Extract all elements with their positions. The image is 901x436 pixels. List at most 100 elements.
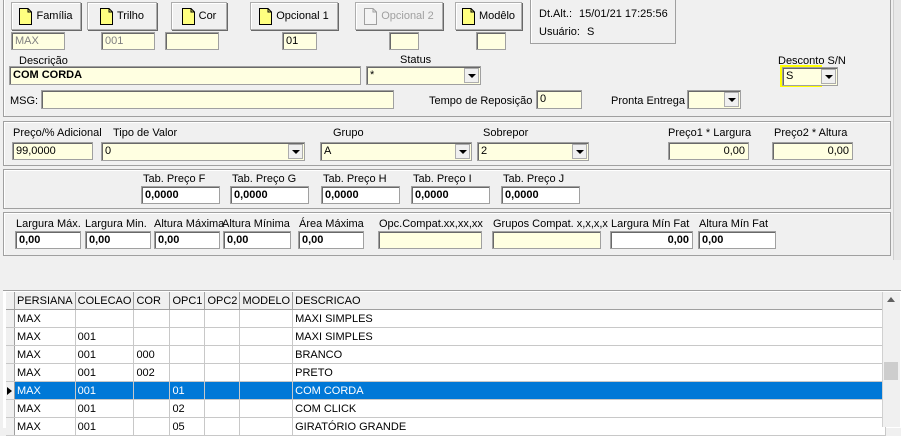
cell-colecao[interactable]: 001	[75, 327, 135, 346]
largura-min-field[interactable]: 0,00	[85, 231, 151, 249]
cell-modelo[interactable]	[239, 345, 294, 364]
cell-colecao[interactable]	[75, 309, 135, 328]
col-cor-header[interactable]: COR	[133, 292, 171, 310]
opc-compat-field[interactable]	[378, 231, 482, 249]
tipo-valor-select[interactable]: 0	[101, 142, 305, 161]
preco-adicional-field[interactable]: 99,0000	[12, 142, 93, 160]
cell-opc1[interactable]: 02	[169, 399, 206, 418]
preco1-field[interactable]: 0,00	[668, 142, 749, 160]
col-opc1-header[interactable]: OPC1	[169, 292, 206, 310]
cell-cor[interactable]	[133, 381, 171, 400]
cell-persiana[interactable]: MAX	[14, 309, 76, 328]
grid-scrollbar[interactable]	[882, 292, 900, 427]
col-modelo-header[interactable]: MODELO	[239, 292, 294, 310]
cell-opc2[interactable]	[204, 309, 241, 328]
cell-modelo[interactable]	[239, 309, 294, 328]
altura-max-field[interactable]: 0,00	[154, 231, 220, 249]
tab-preco-f-field[interactable]: 0,0000	[141, 186, 220, 204]
row-indicator[interactable]	[6, 363, 15, 382]
col-persiana-header[interactable]: PERSIANA	[14, 292, 76, 310]
table-row[interactable]: MAX 001 002 PRETO	[6, 363, 887, 382]
cell-cor[interactable]: 000	[133, 345, 171, 364]
cell-opc2[interactable]	[204, 327, 241, 346]
cell-descricao[interactable]: MAXI SIMPLES	[292, 327, 887, 346]
cell-colecao[interactable]: 001	[75, 345, 135, 364]
tab-preco-j-field[interactable]: 0,0000	[501, 186, 580, 204]
cell-modelo[interactable]	[239, 381, 294, 400]
table-row[interactable]: MAX MAXI SIMPLES	[6, 309, 887, 328]
tab-preco-g-field[interactable]: 0,0000	[230, 186, 309, 204]
current-row-arrow-icon[interactable]	[6, 381, 15, 400]
cell-cor[interactable]	[133, 309, 171, 328]
cell-opc2[interactable]	[204, 381, 241, 400]
area-max-label: Área Máxima	[299, 218, 364, 230]
cell-modelo[interactable]	[239, 327, 294, 346]
largura-min-label: Largura Min.	[85, 218, 147, 230]
cell-colecao[interactable]: 001	[75, 399, 135, 418]
tab-preco-h-field[interactable]: 0,0000	[321, 186, 400, 204]
table-row[interactable]: MAX 001 000 BRANCO	[6, 345, 887, 364]
tab-preco-i-label: Tab. Preço I	[413, 173, 472, 185]
cell-descricao[interactable]: COM CORDA	[292, 381, 887, 400]
cell-opc2[interactable]	[204, 363, 241, 382]
sobrepor-label: Sobrepor	[483, 127, 529, 139]
grupos-compat-label: Grupos Compat. x,x,x,x	[493, 218, 608, 230]
sobrepor-select[interactable]: 2	[477, 142, 589, 161]
cell-descricao[interactable]: MAXI SIMPLES	[292, 309, 887, 328]
cell-opc1[interactable]	[169, 309, 206, 328]
cell-persiana[interactable]: MAX	[14, 327, 76, 346]
cell-persiana[interactable]: MAX	[14, 345, 76, 364]
tab-preco-h-label: Tab. Preço H	[323, 173, 387, 185]
cell-cor[interactable]	[133, 399, 171, 418]
scrollbar-thumb[interactable]	[884, 362, 898, 380]
scroll-up-icon[interactable]	[887, 297, 895, 302]
cell-opc1[interactable]: 01	[169, 381, 206, 400]
cell-opc2[interactable]	[204, 345, 241, 364]
grupo-select[interactable]: A	[320, 142, 472, 161]
cell-opc1[interactable]	[169, 345, 206, 364]
cell-descricao[interactable]: COM CLICK	[292, 399, 887, 418]
largura-min-fat-field[interactable]: 0,00	[610, 231, 693, 249]
row-indicator[interactable]	[6, 345, 15, 364]
row-indicator[interactable]	[6, 309, 15, 328]
table-row[interactable]: MAX 001 01 COM CORDA	[6, 381, 887, 400]
preco2-label: Preço2 * Altura	[774, 127, 848, 139]
table-row[interactable]: MAX 001 MAXI SIMPLES	[6, 327, 887, 346]
cell-persiana[interactable]: MAX	[14, 399, 76, 418]
cell-opc1[interactable]	[169, 363, 206, 382]
tab-preco-f-label: Tab. Preço F	[143, 173, 206, 185]
altura-min-field[interactable]: 0,00	[223, 231, 291, 249]
tipo-valor-value: 0	[105, 145, 112, 157]
cell-persiana[interactable]: MAX	[14, 363, 76, 382]
cell-cor[interactable]: 002	[133, 363, 171, 382]
sobrepor-value: 2	[481, 145, 488, 157]
cell-colecao[interactable]: 001	[75, 363, 135, 382]
cell-opc1[interactable]	[169, 327, 206, 346]
col-descricao-header[interactable]: DESCRICAO	[292, 292, 887, 310]
preco-adicional-label: Preço/% Adicional	[13, 127, 102, 139]
col-opc2-header[interactable]: OPC2	[204, 292, 241, 310]
cell-descricao[interactable]: BRANCO	[292, 345, 887, 364]
row-indicator[interactable]	[6, 327, 15, 346]
area-max-field[interactable]: 0,00	[298, 231, 364, 249]
cell-persiana[interactable]: MAX	[14, 381, 76, 400]
cell-colecao[interactable]: 001	[75, 381, 135, 400]
cell-cor[interactable]	[133, 327, 171, 346]
row-indicator-header	[6, 292, 15, 310]
tab-preco-i-field[interactable]: 0,0000	[411, 186, 490, 204]
preco2-field[interactable]: 0,00	[772, 142, 853, 160]
altura-min-fat-field[interactable]: 0,00	[698, 231, 776, 249]
table-row[interactable]: MAX 001 02 COM CLICK	[6, 399, 887, 418]
chevron-down-icon[interactable]	[288, 144, 303, 159]
col-colecao-header[interactable]: COLECAO	[75, 292, 135, 310]
chevron-down-icon[interactable]	[572, 144, 587, 159]
grupos-compat-field[interactable]	[492, 231, 601, 249]
data-grid[interactable]: PERSIANA COLECAO COR OPC1 OPC2 MODELO DE…	[6, 292, 887, 436]
cell-modelo[interactable]	[239, 399, 294, 418]
cell-modelo[interactable]	[239, 363, 294, 382]
cell-opc2[interactable]	[204, 399, 241, 418]
largura-max-field[interactable]: 0,00	[15, 231, 81, 249]
row-indicator[interactable]	[6, 399, 15, 418]
cell-descricao[interactable]: PRETO	[292, 363, 887, 382]
chevron-down-icon[interactable]	[455, 144, 470, 159]
